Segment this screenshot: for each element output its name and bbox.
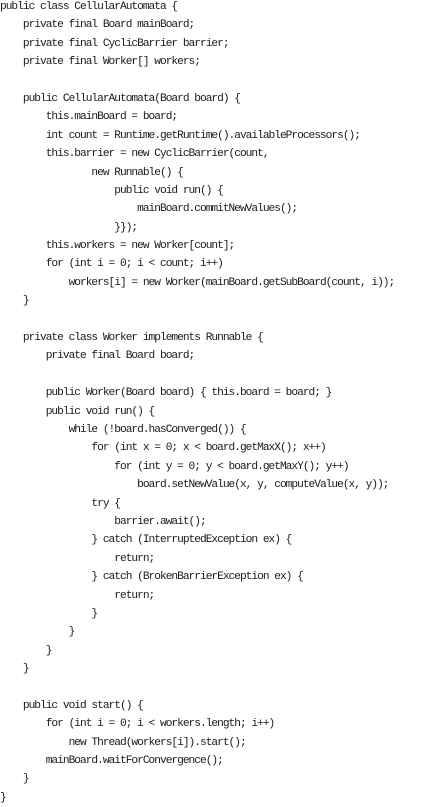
code-line: this.barrier = new CyclicBarrier(count,	[0, 148, 270, 161]
code-line: try {	[0, 497, 121, 510]
code-line: barrier.await();	[0, 515, 206, 528]
code-line: int count = Runtime.getRuntime().availab…	[0, 129, 361, 142]
code-line: mainBoard.commitNewValues();	[0, 203, 298, 216]
code-line: this.workers = new Worker[count];	[0, 240, 236, 253]
code-line: workers[i] = new Worker(mainBoard.getSub…	[0, 276, 396, 289]
code-line: for (int x = 0; x < board.getMaxX(); x++…	[0, 442, 326, 455]
code-line: for (int y = 0; y < board.getMaxY(); y++…	[0, 460, 349, 473]
code-line: }	[0, 773, 30, 786]
code-line: public void run() {	[0, 405, 156, 418]
code-line: return;	[0, 589, 155, 602]
code-line: private final Worker[] workers;	[0, 56, 201, 69]
code-line: public void start() {	[0, 699, 144, 712]
code-line: private final Board mainBoard;	[0, 19, 195, 32]
code-line: for (int i = 0; i < workers.length; i++)	[0, 718, 276, 731]
code-line: new Runnable() {	[0, 166, 183, 179]
code-line: public class CellularAutomata {	[0, 1, 178, 13]
code-line: } catch (BrokenBarrierException ex) {	[0, 571, 303, 584]
code-line: new Thread(workers[i]).start();	[0, 736, 247, 749]
code-line: private class Worker implements Runnable…	[0, 332, 264, 345]
code-line: return;	[0, 552, 155, 565]
code-line: board.setNewValue(x, y, computeValue(x, …	[0, 479, 389, 492]
code-line: this.mainBoard = board;	[0, 111, 178, 124]
code-line: } catch (InterruptedException ex) {	[0, 534, 292, 547]
code-line: }	[0, 295, 30, 308]
code-line: public CellularAutomata(Board board) {	[0, 92, 241, 105]
code-line: for (int i = 0; i < count; i++)	[0, 258, 224, 271]
code-line: private final CyclicBarrier barrier;	[0, 37, 230, 50]
code-line: }	[0, 626, 76, 639]
code-listing: public class CellularAutomata { private …	[0, 0, 426, 804]
code-line: private final Board board;	[0, 350, 196, 363]
code-line: }	[0, 663, 30, 676]
code-line: while (!board.hasConverged()) {	[0, 423, 247, 436]
code-line: }	[0, 607, 98, 620]
code-line: }	[0, 791, 7, 804]
code-line: }});	[0, 221, 138, 234]
code-line: public void run() {	[0, 184, 224, 197]
code-line: mainBoard.waitForConvergence();	[0, 755, 224, 768]
code-line: public Worker(Board board) { this.board …	[0, 387, 333, 400]
code-line: }	[0, 644, 53, 657]
